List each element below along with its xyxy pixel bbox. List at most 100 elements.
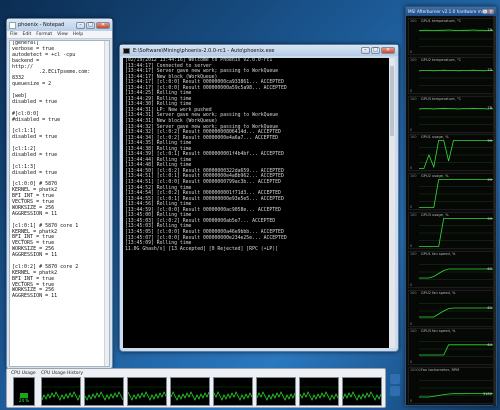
graph-ymin: 0 bbox=[410, 321, 413, 326]
monitor-graph[interactable]: 100 0 GPU2 temperature, °C 75 bbox=[408, 56, 494, 94]
cpu-history-plot bbox=[256, 386, 296, 401]
notepad-scrollbar[interactable] bbox=[104, 41, 109, 366]
graph-ymin: 0 bbox=[410, 50, 413, 54]
graph-current-value: 60 bbox=[487, 266, 492, 271]
graph-ymin: 0 bbox=[410, 127, 413, 132]
monitor-graph[interactable]: 100 0 GPU3 usage, % 99 bbox=[408, 212, 494, 249]
graph-ymin: 0 bbox=[410, 244, 413, 248]
cpu-history-plot bbox=[84, 386, 124, 401]
graph-current-value: 99 bbox=[487, 217, 492, 221]
console-scrollbar[interactable] bbox=[389, 58, 395, 348]
graph-plot bbox=[419, 69, 493, 86]
monitor-graph[interactable]: 10000 0 Fan tachometer, RPM 3180 bbox=[408, 367, 494, 405]
graph-ymax: 100 bbox=[410, 251, 417, 256]
console-close-button[interactable]: ✕ bbox=[381, 47, 395, 54]
monitor-graph[interactable]: 100 0 GPU3 fan speed, % 64 bbox=[408, 328, 494, 366]
monitor-graph[interactable]: 100 0 GPU1 temperature, °C 79 bbox=[408, 18, 494, 55]
cpu-history-plot bbox=[170, 386, 210, 401]
graph-label: GPU3 temperature, °C bbox=[421, 96, 462, 101]
graph-current-value: 75 bbox=[487, 68, 492, 73]
cpu-history-graph bbox=[41, 377, 81, 406]
notepad-title: phoenix - Notepad bbox=[18, 22, 65, 28]
console-line: 11.0G Ghash/s] [13 Accepted] [0 Rejected… bbox=[125, 246, 279, 252]
maximize-button[interactable]: □ bbox=[86, 21, 95, 29]
task-manager-performance: CPU Usage CPU Usage History 24 % bbox=[6, 368, 386, 408]
tray-icons bbox=[388, 372, 402, 402]
graph-series-line bbox=[419, 107, 493, 109]
phoenix-console-window[interactable]: E:\Software\Mining\phoenix-2.0.0-rc1 - A… bbox=[119, 44, 399, 352]
notepad-titlebar[interactable]: phoenix - Notepad – □ ✕ bbox=[7, 19, 112, 31]
notepad-menubar: File Edit Format View Help bbox=[7, 31, 112, 39]
graph-series-line bbox=[419, 344, 493, 356]
monitor-graph[interactable]: 100 0 GPU3 temperature, °C 78 bbox=[408, 95, 494, 133]
graph-ymin: 0 bbox=[410, 399, 413, 404]
graph-plot bbox=[419, 218, 493, 247]
afterburner-close-button[interactable]: ✕ bbox=[488, 9, 494, 14]
cpu-history-plot bbox=[127, 386, 167, 401]
cpu-history-line bbox=[299, 391, 339, 401]
graph-current-value: 78 bbox=[487, 106, 492, 111]
afterburner-monitor-window[interactable]: MSI Afterburner v2.1.0 hardware monitor … bbox=[405, 6, 497, 406]
cpu-usage-value: 24 % bbox=[18, 398, 30, 403]
cpu-usage-label: CPU Usage bbox=[11, 371, 36, 376]
graph-label: GPU1 temperature, °C bbox=[421, 19, 462, 23]
console-scroll-thumb[interactable] bbox=[390, 66, 394, 136]
menu-view[interactable]: View bbox=[57, 32, 68, 37]
graph-series-line bbox=[419, 29, 493, 32]
console-maximize-button[interactable]: □ bbox=[371, 47, 380, 54]
graph-label: GPU2 temperature, °C bbox=[421, 57, 462, 62]
notepad-text-area[interactable]: [general] verbose = true autodetect = +cl … bbox=[9, 40, 110, 367]
graph-plot bbox=[419, 107, 493, 125]
graph-plot bbox=[419, 264, 493, 280]
monitor-graph[interactable]: 100 0 GPU1 usage, % 99 bbox=[408, 134, 494, 172]
graph-series-line bbox=[419, 268, 493, 279]
cpu-history-graph bbox=[127, 377, 167, 406]
afterburner-titlebar[interactable]: MSI Afterburner v2.1.0 hardware monitor … bbox=[406, 7, 496, 16]
menu-help[interactable]: Help bbox=[73, 32, 83, 37]
monitor-graph[interactable]: 100 0 GPU1 fan speed, % 60 bbox=[408, 250, 494, 288]
menu-format[interactable]: Format bbox=[36, 32, 52, 37]
graph-ymax: 100 bbox=[410, 174, 417, 179]
close-button[interactable]: ✕ bbox=[96, 21, 110, 29]
graph-label: GPU3 fan speed, % bbox=[421, 329, 456, 334]
tray-icon[interactable] bbox=[390, 374, 400, 384]
cpu-history-plot bbox=[342, 386, 382, 401]
graph-label: Fan tachometer, RPM bbox=[421, 368, 460, 373]
cpu-history-graph bbox=[299, 377, 339, 406]
notepad-window[interactable]: phoenix - Notepad – □ ✕ File Edit Format… bbox=[6, 18, 113, 370]
cpu-history-graph bbox=[213, 377, 253, 406]
graph-plot bbox=[419, 302, 493, 319]
cpu-history-graph bbox=[342, 377, 382, 406]
console-icon bbox=[123, 47, 130, 54]
notepad-line: AGGRESSION = 11 bbox=[12, 293, 58, 300]
minimize-button[interactable]: – bbox=[76, 21, 85, 29]
graph-current-value: 99 bbox=[487, 178, 492, 183]
console-minimize-button[interactable]: – bbox=[361, 47, 370, 54]
menu-edit[interactable]: Edit bbox=[23, 32, 32, 37]
graph-ymax: 100 bbox=[410, 57, 417, 62]
cpu-history-graph bbox=[170, 377, 210, 406]
graph-label: GPU2 usage, % bbox=[421, 174, 449, 179]
graph-ymax: 10000 bbox=[410, 368, 421, 373]
graph-current-value: 60 bbox=[487, 305, 492, 310]
cpu-history-graph bbox=[256, 377, 296, 406]
console-titlebar[interactable]: E:\Software\Mining\phoenix-2.0.0-rc1 - A… bbox=[120, 45, 398, 56]
menu-file[interactable]: File bbox=[10, 32, 18, 37]
graph-plot bbox=[419, 29, 493, 47]
graph-ymin: 0 bbox=[410, 166, 413, 171]
graph-ymin: 0 bbox=[410, 282, 413, 287]
console-title: E:\Software\Mining\phoenix-2.0.0-rc1 - A… bbox=[133, 47, 275, 54]
graph-ymax: 100 bbox=[410, 135, 417, 140]
graph-ymax: 100 bbox=[410, 290, 417, 295]
graph-ymin: 0 bbox=[410, 88, 413, 93]
cpu-history-label: CPU Usage History bbox=[41, 371, 84, 376]
monitor-graph[interactable]: 100 0 GPU2 fan speed, % 60 bbox=[408, 289, 494, 327]
graph-ymax: 100 bbox=[410, 213, 417, 217]
monitor-graph[interactable]: 100 0 GPU2 usage, % 99 bbox=[408, 173, 494, 211]
graph-label: GPU1 usage, % bbox=[421, 135, 449, 140]
graph-label: GPU3 usage, % bbox=[421, 213, 449, 217]
graph-ymin: 0 bbox=[410, 360, 413, 365]
graph-ymax: 100 bbox=[410, 19, 417, 23]
cpu-history-plot bbox=[299, 386, 339, 401]
tray-icon[interactable] bbox=[390, 386, 400, 396]
